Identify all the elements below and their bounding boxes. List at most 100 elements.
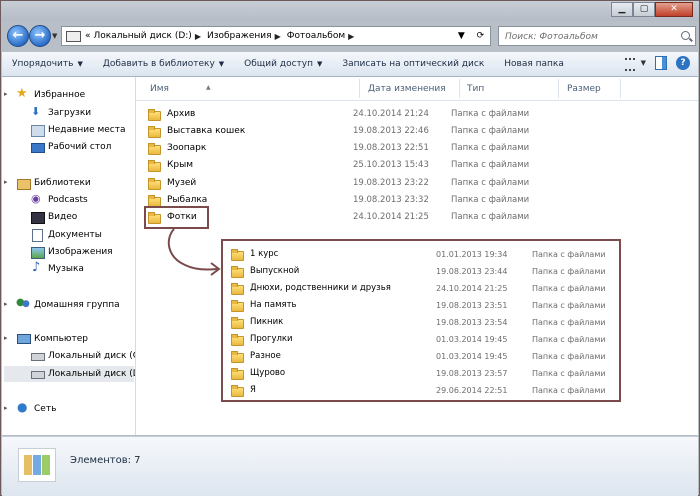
sidebar-item-drive-d[interactable]: Локальный диск (D (4, 366, 135, 382)
file-date: 19.08.2013 23:22 (353, 178, 429, 188)
column-divider[interactable] (459, 79, 460, 98)
file-date: 24.10.2014 21:24 (353, 109, 429, 119)
breadcrumb-drive[interactable]: Локальный диск (D:) (94, 31, 192, 41)
list-item[interactable]: Разное 01.03.2014 19:45 Папка с файлами (231, 348, 606, 364)
file-type: Папка с файлами (532, 334, 606, 344)
download-icon (30, 105, 44, 119)
sidebar-item-downloads[interactable]: Загрузки (30, 105, 91, 121)
breadcrumb-photoalbum[interactable]: Фотоальбом (287, 31, 345, 41)
address-bar[interactable]: « Локальный диск (D:) ▶ Изображения ▶ Фо… (61, 26, 491, 46)
chevron-down-icon: ▼ (77, 60, 83, 68)
help-icon[interactable]: ? (676, 56, 690, 70)
table-row[interactable]: Выставка кошек 19.08.2013 22:46 Папка с фа… (148, 123, 529, 139)
folder-icon (231, 367, 244, 380)
minimize-button[interactable]: ▁ (611, 2, 633, 17)
file-name: Зоопарк (167, 143, 207, 153)
pictures-icon (30, 246, 45, 259)
new-folder-button[interactable]: Новая папка (494, 59, 574, 69)
forward-button[interactable]: → (29, 25, 51, 47)
search-icon[interactable] (681, 31, 690, 40)
close-icon: ✕ (670, 4, 678, 14)
library-icon (16, 177, 31, 190)
column-header-date[interactable]: Дата изменения (368, 84, 446, 94)
table-row[interactable]: Музей 19.08.2013 23:22 Папка с файлами (148, 175, 529, 191)
burn-button[interactable]: Записать на оптический диск (332, 59, 494, 69)
sidebar-item-video[interactable]: Видео (30, 209, 77, 225)
chevron-right-icon[interactable]: ▶ (195, 32, 201, 41)
sidebar-item-podcasts[interactable]: Podcasts (30, 192, 88, 208)
sidebar-item-libraries[interactable]: Библиотеки (16, 175, 91, 191)
sidebar-item-computer[interactable]: Компьютер (16, 331, 88, 347)
address-dropdown-icon[interactable]: ▼ (458, 31, 465, 41)
column-divider[interactable] (359, 79, 360, 98)
sidebar-item-label: Изображения (48, 247, 113, 257)
list-item[interactable]: Днюхи, родственники и друзья 24.10.2014 2… (231, 280, 606, 296)
maximize-button[interactable]: ▢ (633, 2, 655, 17)
column-header-type[interactable]: Тип (467, 84, 484, 94)
file-name: Выставка кошек (167, 126, 246, 136)
sidebar-item-drive-c[interactable]: Локальный диск (C (30, 348, 136, 364)
file-date: 19.08.2013 23:51 (436, 300, 508, 310)
file-type: Папка с файлами (532, 351, 606, 361)
search-input[interactable] (503, 28, 682, 46)
chevron-right-icon[interactable]: ▶ (348, 32, 354, 41)
chevron-down-icon[interactable]: ▼ (641, 55, 646, 71)
close-button[interactable]: ✕ (655, 2, 693, 17)
column-header-name[interactable]: Имя (150, 84, 169, 94)
chevron-right-icon[interactable]: ▶ (275, 32, 281, 41)
expand-collapse-icon[interactable]: ▸ (4, 334, 8, 342)
back-button[interactable]: ← (7, 25, 29, 47)
table-row[interactable]: Крым 25.10.2013 15:43 Папка с файлами (148, 157, 529, 173)
folder-icon (231, 282, 244, 295)
sidebar-item-homegroup[interactable]: Домашняя группа (16, 297, 120, 313)
expand-collapse-icon[interactable]: ▸ (4, 300, 8, 308)
search-box[interactable] (498, 26, 696, 46)
expand-collapse-icon[interactable]: ▸ (4, 90, 8, 98)
list-item[interactable]: На память 19.08.2013 23:51 Папка с файлами (231, 297, 606, 313)
folder-icon (231, 265, 244, 278)
sidebar-item-favorites[interactable]: Избранное (16, 86, 85, 103)
organize-button[interactable]: Упорядочить ▼ (2, 59, 93, 69)
column-header-size[interactable]: Размер (567, 84, 601, 94)
refresh-icon[interactable]: ⟳ (477, 31, 485, 41)
sidebar-item-music[interactable]: Музыка (30, 260, 84, 277)
recent-pages-dropdown[interactable]: ▼ (52, 32, 57, 40)
sidebar-item-label: Музыка (48, 264, 84, 274)
sidebar-item-documents[interactable]: Документы (30, 227, 102, 243)
new-folder-label: Новая папка (504, 59, 564, 69)
column-divider[interactable] (558, 79, 559, 98)
sidebar-item-label: Локальный диск (C (48, 351, 136, 361)
sidebar-item-label: Домашняя группа (34, 300, 120, 310)
column-divider[interactable] (620, 79, 621, 98)
preview-pane-icon[interactable] (652, 55, 670, 71)
list-item[interactable]: Прогулки 01.03.2014 19:45 Папка с файлами (231, 331, 606, 347)
table-row[interactable]: Зоопарк 19.08.2013 22:51 Папка с файлами (148, 140, 529, 156)
list-item[interactable]: Выпускной 19.08.2013 23:44 Папка с файлами (231, 263, 606, 279)
navigation-row: ← → ▼ « Локальный диск (D:) ▶ Изображени… (1, 23, 699, 51)
folder-icon (148, 108, 161, 121)
file-type: Папка с файлами (532, 283, 606, 293)
list-item[interactable]: 1 курс 01.01.2013 19:34 Папка с файлами (231, 246, 606, 262)
sidebar-item-label: Недавние места (48, 125, 126, 135)
file-date: 19.08.2013 23:32 (353, 195, 429, 205)
expand-collapse-icon[interactable]: ▸ (4, 178, 8, 186)
sidebar-item-images[interactable]: Изображения (30, 244, 113, 260)
breadcrumb-images[interactable]: Изображения (207, 31, 272, 41)
list-item[interactable]: Я 29.06.2014 22:51 Папка с файлами (231, 382, 606, 398)
sidebar-item-network[interactable]: Сеть (16, 400, 56, 417)
sidebar-item-recent[interactable]: Недавние места (30, 122, 126, 138)
table-row[interactable]: Архив 24.10.2014 21:24 Папка с файлами (148, 106, 529, 122)
file-type: Папка с файлами (451, 109, 530, 119)
add-to-library-button[interactable]: Добавить в библиотеку ▼ (93, 59, 234, 69)
list-item[interactable]: Пикник 19.08.2013 23:54 Папка с файлами (231, 314, 606, 330)
list-item[interactable]: Щурово 19.08.2013 23:57 Папка с файлами (231, 365, 606, 381)
folder-icon (231, 299, 244, 312)
share-button[interactable]: Общий доступ ▼ (234, 59, 332, 69)
breadcrumb-overflow[interactable]: « (85, 31, 91, 41)
sidebar-item-desktop[interactable]: Рабочий стол (30, 139, 111, 155)
view-options-icon[interactable] (623, 55, 641, 71)
recent-places-icon (30, 124, 45, 137)
file-type: Папка с файлами (451, 178, 530, 188)
callout-arrow (167, 228, 221, 276)
expand-collapse-icon[interactable]: ▸ (4, 404, 8, 412)
